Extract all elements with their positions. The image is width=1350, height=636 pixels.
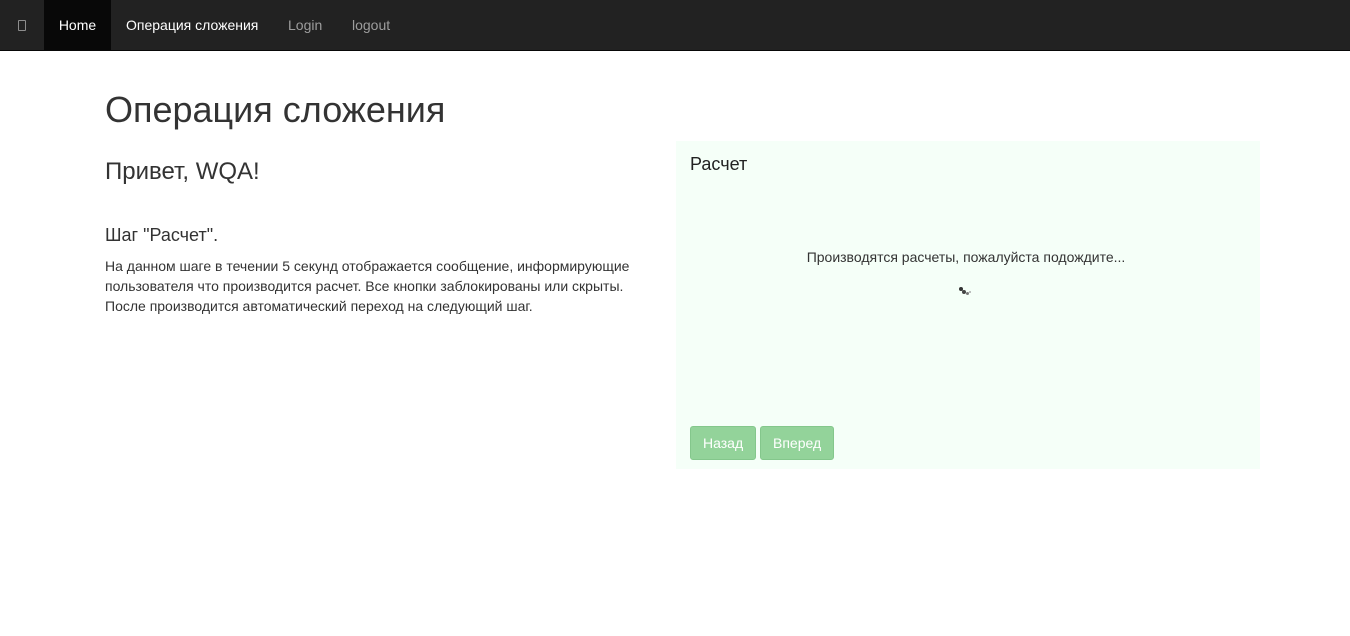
page-title: Операция сложения xyxy=(105,89,446,130)
back-button[interactable]: Назад xyxy=(690,426,756,460)
loading-spinner-icon xyxy=(959,287,971,297)
nav-item-addition-operation[interactable]: Операция сложения xyxy=(126,0,258,50)
greeting-heading: Привет, WQA! xyxy=(105,158,260,185)
top-navbar: Home Операция сложения Login logout xyxy=(0,0,1350,51)
step-title: Шаг "Расчет". xyxy=(105,225,219,245)
navbar-brand[interactable] xyxy=(0,0,44,50)
calculation-panel: Расчет Производятся расчеты, пожалуйста … xyxy=(676,141,1260,469)
unknown-glyph-icon xyxy=(18,19,26,31)
nav-item-home[interactable]: Home xyxy=(44,0,111,50)
nav-item-logout[interactable]: logout xyxy=(352,0,390,50)
next-button[interactable]: Вперед xyxy=(760,426,834,460)
nav-item-login[interactable]: Login xyxy=(288,0,322,50)
step-description: На данном шаге в течении 5 секунд отобра… xyxy=(105,258,630,314)
loading-message: Производятся расчеты, пожалуйста подожди… xyxy=(806,249,1126,265)
panel-title: Расчет xyxy=(690,154,748,174)
